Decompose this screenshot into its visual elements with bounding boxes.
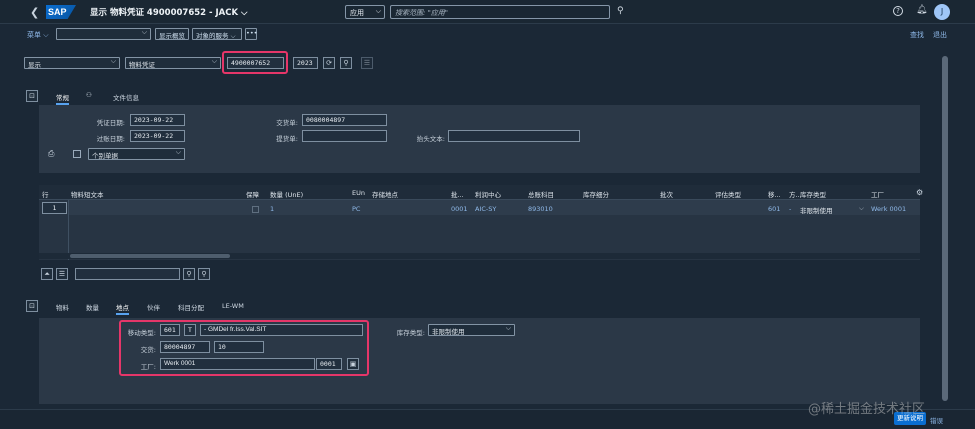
stock-type-chevron-down-icon[interactable]: ⌵: [859, 204, 864, 213]
search-icon[interactable]: ⚲: [340, 57, 352, 69]
search-input[interactable]: 搜索范围: "应用": [390, 5, 610, 19]
row-profit-center: AIC-SY: [475, 205, 497, 213]
col-gl-account[interactable]: 总账科目: [528, 189, 554, 199]
delivery-note-field[interactable]: 0080004897: [302, 114, 387, 126]
col-valuation-type[interactable]: 评估类型: [715, 189, 741, 199]
col-secured[interactable]: 保障: [246, 189, 259, 199]
find-icon[interactable]: ⚲: [183, 268, 195, 280]
col-stock-type[interactable]: 库存类型: [800, 189, 826, 199]
row-stock-type[interactable]: 非限制使用: [800, 205, 833, 215]
object-services-button[interactable]: 对象的服务 ⌵: [192, 28, 242, 40]
col-stock-segment[interactable]: 库存细分: [583, 189, 609, 199]
doc-date-label: 凭证日期:: [96, 119, 125, 127]
row-batch-short: 0001: [451, 205, 468, 213]
bill-of-lading-field[interactable]: [302, 130, 387, 142]
delivery-label: 交货:: [140, 346, 156, 354]
header-text-label: 抬头文本:: [416, 135, 445, 143]
movement-type-field[interactable]: 601: [160, 324, 180, 336]
deselect-all-icon[interactable]: ☰: [56, 268, 68, 280]
col-material-text[interactable]: 物料短文本: [71, 189, 104, 199]
find-next-icon[interactable]: ⚲: [198, 268, 210, 280]
col-unit[interactable]: EUn: [352, 189, 365, 197]
back-icon[interactable]: ❮: [30, 6, 39, 19]
row-direction: -: [789, 205, 792, 213]
tab-partner[interactable]: 伙伴: [147, 302, 160, 312]
col-storage-location[interactable]: 存储地点: [372, 189, 398, 199]
search-icon[interactable]: ⚲: [617, 6, 624, 16]
document-year-field[interactable]: 2023: [293, 57, 318, 69]
col-line[interactable]: 行: [42, 189, 49, 199]
row-unit: PC: [352, 205, 361, 213]
help-icon[interactable]: ?: [893, 6, 903, 16]
exit-button[interactable]: 退出: [933, 30, 947, 40]
tab-general[interactable]: 常规: [56, 92, 69, 105]
print-checkbox[interactable]: [73, 150, 81, 158]
check-button[interactable]: 错误: [930, 415, 943, 425]
menu-button[interactable]: 菜单 ⌵: [27, 30, 49, 40]
more-button[interactable]: •••: [245, 28, 258, 40]
row-plant: Werk 0001: [871, 205, 907, 213]
refresh-icon[interactable]: ⟳: [323, 57, 335, 69]
plant-label: 工厂:: [140, 363, 156, 371]
plant-name-field: Werk 0001: [160, 358, 315, 370]
action-select[interactable]: 显示: [24, 57, 120, 69]
tab-account-assignment[interactable]: 科目分配: [178, 302, 204, 312]
select-all-icon[interactable]: ⏶: [41, 268, 53, 280]
posting-date-label: 过账日期:: [96, 135, 125, 143]
watermark: @稀土掘金技术社区: [808, 402, 926, 417]
slip-select[interactable]: 个别单据: [88, 148, 185, 160]
tab-material[interactable]: 物料: [56, 302, 69, 312]
find-button[interactable]: 查找: [910, 30, 924, 40]
table-settings-icon[interactable]: ⚙: [916, 188, 923, 197]
table-hscroll-thumb[interactable]: [70, 254, 230, 258]
table-find-input[interactable]: [75, 268, 180, 280]
document-type-select[interactable]: 物料凭证: [125, 57, 221, 69]
tab-le-wm[interactable]: LE-WM: [222, 302, 244, 310]
partner-icon[interactable]: ⚇: [86, 91, 92, 99]
collapse-detail-icon[interactable]: ⊡: [26, 300, 38, 312]
delivery-item-field[interactable]: 10: [214, 341, 264, 353]
avatar[interactable]: J: [934, 4, 950, 20]
row-secured-checkbox[interactable]: [252, 206, 259, 213]
notification-bell-icon[interactable]: 🔔︎: [916, 5, 927, 15]
page-scrollbar[interactable]: [942, 56, 948, 401]
bill-of-lading-label: 提货单:: [276, 135, 298, 143]
header-text-field[interactable]: [448, 130, 580, 142]
movement-type-label: 移动类型:: [127, 329, 156, 337]
toolbar-dropdown[interactable]: [56, 28, 151, 40]
list-icon[interactable]: ☰: [361, 57, 373, 69]
movement-text-field: - GMDel fr.Iss.Val.SIT: [200, 324, 363, 336]
stock-type-select[interactable]: 非限制使用: [428, 324, 515, 336]
row-quantity: 1: [270, 205, 275, 213]
col-movement[interactable]: 移...: [768, 189, 781, 199]
document-number-field[interactable]: 4900007652: [227, 57, 284, 69]
plant-details-icon[interactable]: ▣: [347, 358, 359, 370]
movement-indicator-field[interactable]: T: [184, 324, 196, 336]
col-batch-short[interactable]: 批...: [451, 189, 464, 199]
stock-type-label: 库存类型:: [396, 329, 425, 337]
plant-code-field[interactable]: 0001: [316, 358, 342, 370]
col-batch[interactable]: 批次: [660, 189, 673, 199]
search-scope-select[interactable]: 应用 ⌵: [345, 5, 385, 19]
table-divider: [68, 200, 69, 260]
collapse-header-icon[interactable]: ⊡: [26, 90, 38, 102]
display-overview-button[interactable]: 显示概览: [155, 28, 189, 40]
col-profit-center[interactable]: 利润中心: [475, 189, 501, 199]
row-gl-account: 893010: [528, 205, 553, 213]
doc-date-field[interactable]: 2023-09-22: [130, 114, 185, 126]
row-line-field[interactable]: 1: [42, 202, 67, 214]
col-plant[interactable]: 工厂: [871, 189, 884, 199]
delivery-note-label: 交货单:: [276, 119, 298, 127]
printer-icon[interactable]: ⎙: [48, 149, 54, 159]
app-title[interactable]: 显示 物料凭证 4900007652 - JACK ⌵: [90, 6, 247, 18]
tab-where[interactable]: 地点: [116, 302, 129, 315]
tab-document-info[interactable]: 文件信息: [113, 92, 139, 102]
col-quantity[interactable]: 数量 (UnE): [270, 189, 303, 199]
delivery-number-field[interactable]: 80004897: [160, 341, 210, 353]
row-movement: 601: [768, 205, 781, 213]
posting-date-field[interactable]: 2023-09-22: [130, 130, 185, 142]
tab-quantity[interactable]: 数量: [86, 302, 99, 312]
page-scroll-thumb[interactable]: [942, 56, 948, 401]
